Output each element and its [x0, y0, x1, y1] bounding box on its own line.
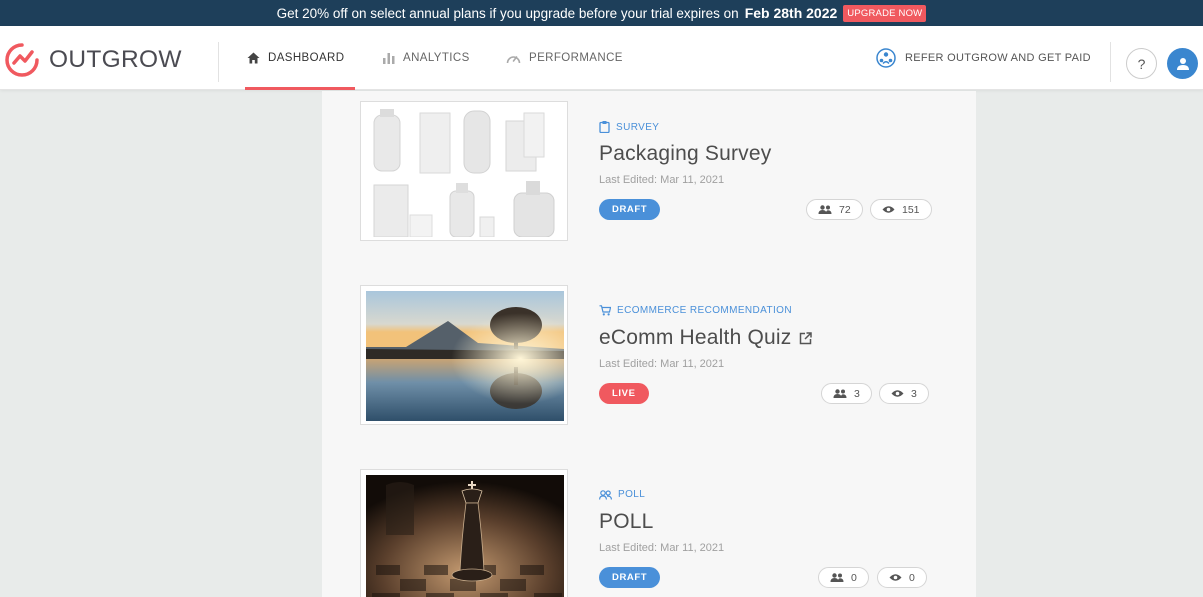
nav-analytics-label: ANALYTICS [403, 52, 470, 64]
external-link-icon[interactable] [799, 331, 813, 345]
card-type-label: POLL [618, 489, 646, 500]
help-icon: ? [1137, 55, 1146, 72]
views-count: 0 [877, 567, 927, 588]
home-icon [247, 52, 260, 64]
card-type: POLL [599, 489, 645, 500]
card-title-text: Packaging Survey [599, 142, 772, 165]
leads-value: 3 [854, 387, 860, 400]
views-count: 151 [870, 199, 932, 220]
eye-icon [882, 206, 895, 213]
brand-name: OUTGROW [49, 46, 182, 73]
tree-reflection-image [366, 291, 564, 421]
leads-value: 72 [839, 203, 851, 216]
bar-chart-icon [383, 52, 395, 64]
nav-dashboard[interactable]: DASHBOARD [247, 26, 344, 90]
people-icon [599, 489, 612, 500]
clipboard-icon [599, 121, 610, 133]
card-thumbnail [360, 285, 568, 425]
content-card[interactable]: POLL POLL Last Edited: Mar 11, 2021 DRAF… [360, 469, 960, 597]
leads-value: 0 [851, 571, 857, 584]
chess-image [366, 475, 564, 597]
people-icon [833, 389, 847, 398]
status-badge[interactable]: DRAFT [599, 199, 661, 220]
views-value: 0 [909, 571, 915, 584]
card-title-text: eComm Health Quiz [599, 326, 792, 349]
card-type-label: SURVEY [616, 121, 660, 133]
views-count: 3 [879, 383, 929, 404]
leads-count: 0 [818, 567, 869, 588]
status-badge[interactable]: LIVE [599, 383, 649, 404]
nav-performance-label: PERFORMANCE [529, 52, 623, 64]
views-value: 3 [911, 387, 917, 400]
eye-icon [889, 574, 902, 581]
top-navigation-bar: OUTGROW DASHBOARD ANALYTICS PERFORMANCE [0, 26, 1203, 90]
content-card[interactable]: SURVEY Packaging Survey Last Edited: Mar… [360, 101, 960, 251]
upgrade-now-button[interactable]: UPGRADE NOW [843, 4, 927, 22]
promo-text: Get 20% off on select annual plans if yo… [276, 5, 739, 21]
people-icon [830, 573, 844, 582]
status-badge[interactable]: DRAFT [599, 567, 661, 588]
outgrow-logo-icon [5, 43, 39, 77]
user-icon [1176, 57, 1189, 70]
last-edited: Last Edited: Mar 11, 2021 [599, 542, 725, 554]
views-value: 151 [902, 203, 920, 216]
nav-performance[interactable]: PERFORMANCE [506, 26, 623, 90]
promo-date: Feb 28th 2022 [744, 5, 838, 21]
nav-analytics[interactable]: ANALYTICS [383, 26, 470, 90]
outgrow-logo[interactable]: OUTGROW [4, 42, 182, 78]
card-thumbnail [360, 469, 568, 597]
help-button[interactable]: ? [1126, 48, 1157, 79]
refer-link[interactable]: REFER OUTGROW AND GET PAID [876, 26, 1091, 90]
divider [1110, 42, 1111, 82]
card-type: ECOMMERCE RECOMMENDATION [599, 305, 792, 316]
last-edited: Last Edited: Mar 11, 2021 [599, 358, 725, 370]
last-edited: Last Edited: Mar 11, 2021 [599, 174, 725, 186]
leads-count: 72 [806, 199, 863, 220]
packaging-image [366, 107, 564, 237]
gauge-icon [506, 55, 521, 63]
leads-count: 3 [821, 383, 872, 404]
card-type-label: ECOMMERCE RECOMMENDATION [617, 305, 792, 316]
cart-icon [599, 305, 611, 316]
divider [218, 42, 219, 82]
eye-icon [891, 390, 904, 397]
card-title[interactable]: Packaging Survey [599, 142, 771, 166]
content-card[interactable]: ECOMMERCE RECOMMENDATION eComm Health Qu… [360, 285, 960, 435]
promo-banner: Get 20% off on select annual plans if yo… [0, 0, 1203, 26]
card-title[interactable]: eComm Health Quiz [599, 326, 813, 350]
card-type: SURVEY [599, 121, 659, 133]
refer-label: REFER OUTGROW AND GET PAID [905, 52, 1091, 64]
card-title[interactable]: POLL [599, 510, 654, 534]
people-icon [818, 205, 832, 214]
referral-icon [876, 48, 896, 68]
card-thumbnail [360, 101, 568, 241]
nav-dashboard-label: DASHBOARD [268, 52, 345, 64]
active-tab-indicator [245, 87, 355, 90]
card-title-text: POLL [599, 510, 654, 533]
user-avatar[interactable] [1167, 48, 1198, 79]
